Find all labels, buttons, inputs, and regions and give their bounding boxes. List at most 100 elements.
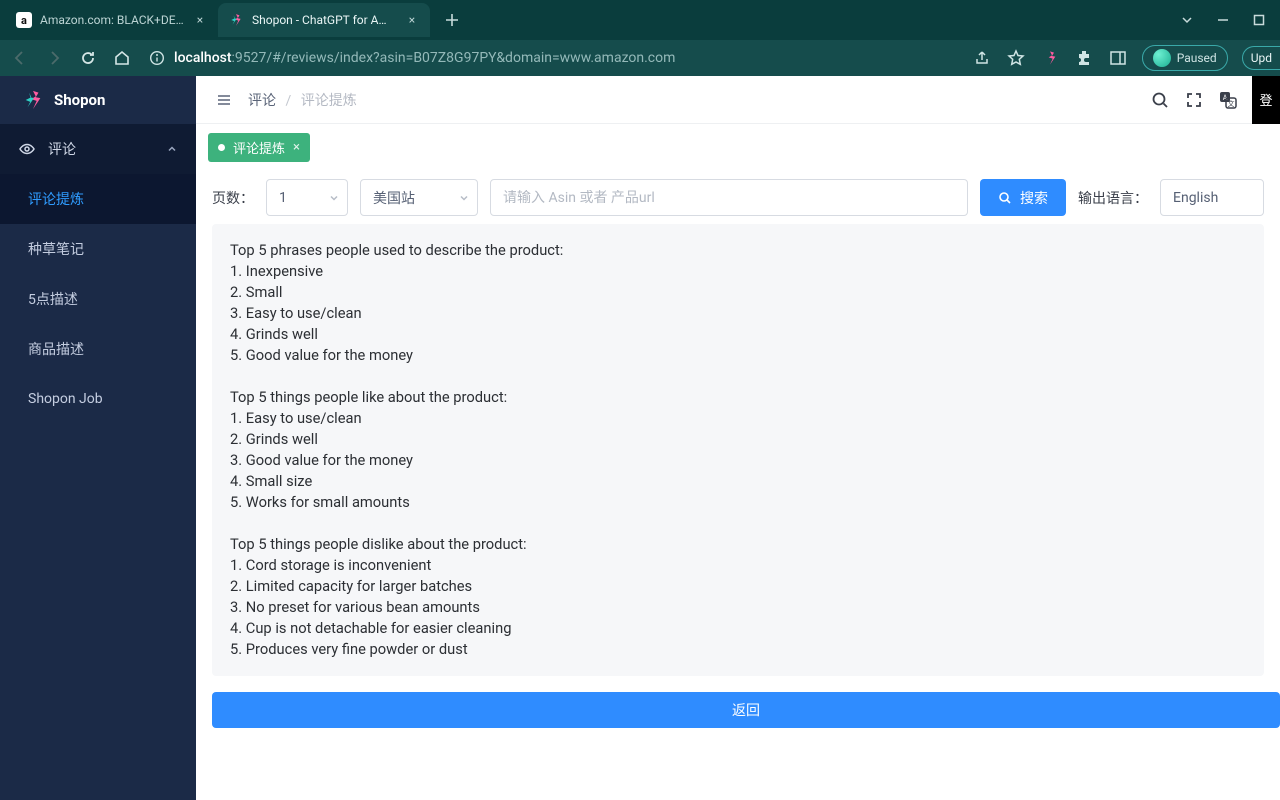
collapse-sidebar-icon[interactable] — [214, 90, 234, 110]
lang-select[interactable]: English — [1160, 179, 1264, 216]
chevron-down-icon — [329, 193, 339, 203]
forward-icon[interactable] — [42, 46, 66, 70]
tab-bar: a Amazon.com: BLACK+DECKER × Shopon - Ch… — [0, 0, 1280, 40]
result-section: Top 5 things people dislike about the pr… — [230, 534, 1246, 660]
topbar: 评论 / 评论提炼 A文 登 — [196, 76, 1280, 124]
sidebar-item-label: 商品描述 — [28, 339, 84, 359]
main-content: 评论 / 评论提炼 A文 登 评论提炼 × 页数： 1 — [196, 76, 1280, 800]
address-bar: localhost:9527/#/reviews/index?asin=B07Z… — [0, 40, 1280, 76]
sidebar-item-label: 评论提炼 — [28, 189, 84, 209]
search-input-field[interactable] — [503, 190, 955, 206]
section-heading: Top 5 things people dislike about the pr… — [230, 534, 1246, 555]
sidebar-item-label: Shopon Job — [28, 391, 103, 407]
tag-label: 评论提炼 — [233, 138, 285, 157]
page-label: 页数： — [212, 188, 254, 208]
shopon-favicon-icon — [228, 12, 244, 28]
amazon-favicon-icon: a — [16, 12, 32, 28]
section-line: 2. Small — [230, 282, 1246, 303]
site-info-icon[interactable] — [148, 49, 166, 67]
search-icon — [998, 191, 1012, 205]
sidebar-item-label: 种草笔记 — [28, 239, 84, 259]
translate-icon[interactable]: A文 — [1218, 90, 1238, 110]
page-tag[interactable]: 评论提炼 × — [208, 133, 310, 162]
close-icon[interactable]: × — [404, 12, 420, 28]
shopon-ext-icon[interactable] — [1040, 48, 1060, 68]
back-icon[interactable] — [8, 46, 32, 70]
browser-tab-amazon[interactable]: a Amazon.com: BLACK+DECKER × — [6, 3, 218, 37]
chevron-down-icon — [459, 193, 469, 203]
chevron-up-icon — [166, 143, 178, 155]
paused-label: Paused — [1177, 51, 1217, 65]
section-line: 5. Good value for the money — [230, 345, 1246, 366]
page-value: 1 — [279, 190, 287, 206]
star-icon[interactable] — [1006, 48, 1026, 68]
browser-tab-shopon[interactable]: Shopon - ChatGPT for Amazon × — [218, 3, 430, 37]
new-tab-button[interactable] — [438, 6, 466, 34]
sidebar-item-grass-notes[interactable]: 种草笔记 — [0, 224, 196, 274]
brand[interactable]: Shopon — [0, 76, 196, 124]
section-line: 4. Small size — [230, 471, 1246, 492]
browser-chrome: a Amazon.com: BLACK+DECKER × Shopon - Ch… — [0, 0, 1280, 76]
sidepanel-icon[interactable] — [1108, 48, 1128, 68]
lang-label: 输出语言： — [1078, 188, 1148, 208]
minimize-icon[interactable] — [1216, 13, 1230, 27]
share-icon[interactable] — [972, 48, 992, 68]
lang-value: English — [1173, 190, 1218, 206]
sidebar-item-label: 5点描述 — [28, 289, 78, 309]
search-icon[interactable] — [1150, 90, 1170, 110]
section-line: 1. Inexpensive — [230, 261, 1246, 282]
section-heading: Top 5 things people like about the produ… — [230, 387, 1246, 408]
profile-paused-pill[interactable]: Paused — [1142, 45, 1228, 71]
search-button[interactable]: 搜索 — [980, 179, 1066, 216]
eye-icon — [18, 140, 36, 158]
update-button[interactable]: Upd — [1242, 46, 1280, 70]
window-controls — [1180, 13, 1280, 27]
shopon-logo-icon — [22, 89, 44, 111]
site-value: 美国站 — [373, 188, 415, 208]
section-line: 1. Cord storage is inconvenient — [230, 555, 1246, 576]
close-icon[interactable]: × — [293, 140, 300, 155]
sidebar-group-label: 评论 — [48, 139, 76, 159]
sidebar-item-five-points[interactable]: 5点描述 — [0, 274, 196, 324]
url-host: localhost — [174, 50, 232, 66]
result-section: Top 5 things people like about the produ… — [230, 387, 1246, 513]
section-line: 4. Grinds well — [230, 324, 1246, 345]
section-line: 3. Good value for the money — [230, 450, 1246, 471]
section-heading: Top 5 phrases people used to describe th… — [230, 240, 1246, 261]
url-field[interactable]: localhost:9527/#/reviews/index?asin=B07Z… — [144, 49, 962, 67]
sidebar-item-review-refine[interactable]: 评论提炼 — [0, 174, 196, 224]
brand-name: Shopon — [54, 91, 105, 109]
close-icon[interactable]: × — [192, 12, 208, 28]
search-input[interactable] — [490, 179, 968, 216]
section-line: 1. Easy to use/clean — [230, 408, 1246, 429]
home-icon[interactable] — [110, 46, 134, 70]
chevron-down-icon[interactable] — [1180, 13, 1194, 27]
search-button-label: 搜索 — [1020, 188, 1048, 208]
section-line: 4. Cup is not detachable for easier clea… — [230, 618, 1246, 639]
extensions-icon[interactable] — [1074, 48, 1094, 68]
section-line: 5. Produces very fine powder or dust — [230, 639, 1246, 660]
avatar-icon — [1153, 49, 1171, 67]
sidebar-item-product-desc[interactable]: 商品描述 — [0, 324, 196, 374]
maximize-icon[interactable] — [1252, 13, 1266, 27]
section-line: 5. Works for small amounts — [230, 492, 1246, 513]
fullscreen-icon[interactable] — [1184, 90, 1204, 110]
page-select[interactable]: 1 — [266, 179, 348, 216]
sidebar-group-reviews[interactable]: 评论 — [0, 124, 196, 174]
sidebar-item-shopon-job[interactable]: Shopon Job — [0, 374, 196, 424]
tab-title: Shopon - ChatGPT for Amazon — [252, 13, 396, 27]
back-button[interactable]: 返回 — [212, 692, 1280, 728]
url-path: :9527/#/reviews/index?asin=B07Z8G97PY&do… — [232, 50, 676, 66]
tab-title: Amazon.com: BLACK+DECKER — [40, 13, 184, 27]
crumb-current: 评论提炼 — [301, 93, 357, 109]
sidebar: Shopon 评论 评论提炼 种草笔记 5点描述 商品描述 Shopon Job — [0, 76, 196, 800]
result-section: Top 5 phrases people used to describe th… — [230, 240, 1246, 366]
tag-strip: 评论提炼 × — [196, 124, 1280, 171]
toolbar: 页数： 1 美国站 搜索 输出语言： English — [196, 171, 1280, 224]
svg-text:文: 文 — [1228, 99, 1235, 108]
reload-icon[interactable] — [76, 46, 100, 70]
site-select[interactable]: 美国站 — [360, 179, 478, 216]
login-badge[interactable]: 登 — [1252, 76, 1280, 124]
crumb-root[interactable]: 评论 — [248, 93, 276, 109]
section-line: 2. Limited capacity for larger batches — [230, 576, 1246, 597]
